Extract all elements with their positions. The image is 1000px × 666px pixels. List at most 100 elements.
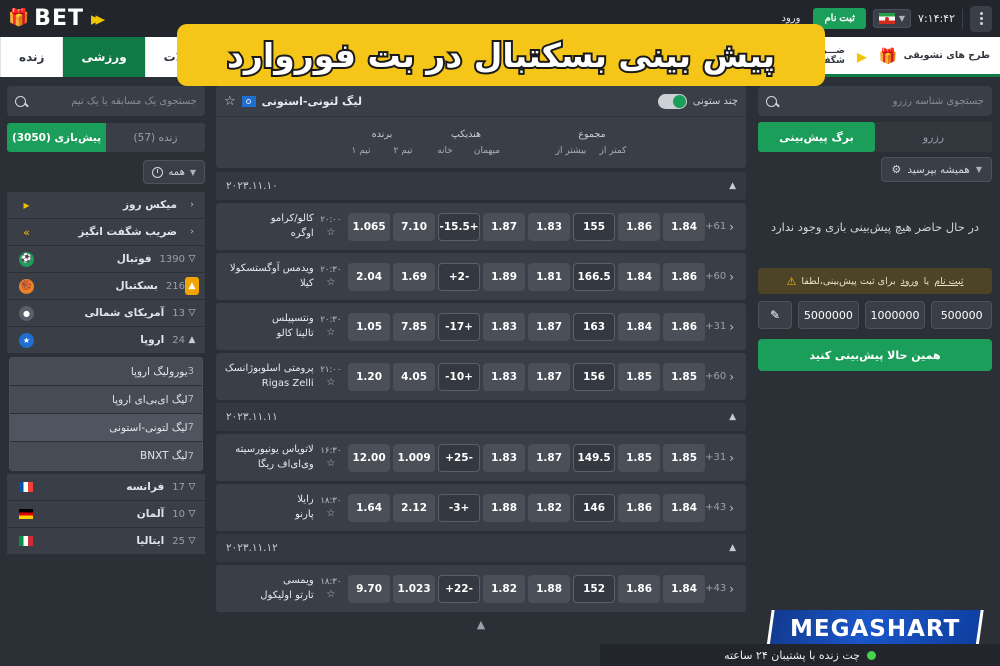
odd-handicap-home[interactable]: 1.87 (483, 212, 526, 241)
reservation-search-input[interactable] (777, 95, 984, 107)
sidebar-item-europe[interactable]: ★ اروپا 24 ▲ (7, 327, 205, 354)
odd-team1[interactable]: 12.00 (348, 443, 391, 472)
odd-total-over[interactable]: 1.86 (618, 493, 661, 522)
odd-team2[interactable]: 1.69 (393, 262, 436, 291)
more-markets-button[interactable]: 43+ ‹ (705, 582, 734, 596)
odd-handicap-home[interactable]: 1.83 (483, 362, 526, 391)
handicap-line[interactable]: +17- (438, 312, 481, 341)
odd-total-over[interactable]: 1.84 (618, 262, 661, 291)
odd-team1[interactable]: 2.04 (348, 262, 391, 291)
date-section-header[interactable]: ۲۰۲۳.۱۱.۱۰ ▲ (216, 172, 746, 200)
more-menu-button[interactable] (970, 5, 992, 32)
odd-handicap-away[interactable]: 1.87 (528, 362, 571, 391)
odd-total-under[interactable]: 1.85 (663, 362, 706, 391)
promo-bonus[interactable]: طرح های تشویقی 🎁 (868, 37, 1000, 77)
odd-team2[interactable]: 4.05 (393, 362, 436, 391)
odd-handicap-home[interactable]: 1.82 (483, 574, 526, 603)
sidebar-item-football[interactable]: ⚽ فوتبال 1390 ▽ (7, 246, 205, 273)
odd-handicap-home[interactable]: 1.88 (483, 493, 526, 522)
favorite-star-icon[interactable]: ☆ (224, 94, 236, 109)
odd-total-under[interactable]: 1.84 (663, 212, 706, 241)
total-line[interactable]: 152 (573, 574, 616, 603)
total-line[interactable]: 146 (573, 493, 616, 522)
sidebar-item-mixday[interactable]: ▸ میکس روز ‹ (7, 192, 205, 219)
odd-team2[interactable]: 1.023 (393, 574, 436, 603)
odd-total-over[interactable]: 1.86 (618, 574, 661, 603)
handicap-line[interactable]: +10- (438, 362, 481, 391)
scroll-to-top-button[interactable]: ▲ (216, 615, 746, 631)
odd-handicap-away[interactable]: 1.82 (528, 493, 571, 522)
odd-total-over[interactable]: 1.85 (618, 443, 661, 472)
odd-handicap-home[interactable]: 1.83 (483, 443, 526, 472)
more-markets-button[interactable]: 60+ ‹ (705, 270, 734, 284)
more-markets-button[interactable]: 61+ ‹ (705, 220, 734, 234)
odd-team2[interactable]: 1.009 (393, 443, 436, 472)
handicap-line[interactable]: -2+ (438, 262, 481, 291)
odd-handicap-away[interactable]: 1.87 (528, 312, 571, 341)
sidebar-item-italy[interactable]: ایتالیا 25 ▽ (7, 528, 205, 555)
odd-total-under[interactable]: 1.84 (663, 574, 706, 603)
more-markets-button[interactable]: 43+ ‹ (705, 501, 734, 515)
total-line[interactable]: 163 (573, 312, 616, 341)
table-row[interactable]: ونتسپیلس تالینا کالو ۲۰:۳۰ ☆ 1.05 7.85 +… (216, 303, 746, 350)
odd-team2[interactable]: 7.10 (393, 212, 436, 241)
date-section-header[interactable]: ۲۰۲۳.۱۱.۱۲ ▲ (216, 534, 746, 562)
amount-button-1000000[interactable]: 1000000 (864, 301, 926, 329)
sidebar-item-oddsboost[interactable]: » ضریب شگفت انگیز ‹ (7, 219, 205, 246)
odd-team1[interactable]: 1.065 (348, 212, 391, 241)
table-row[interactable]: کالو/کرامو اوگره ۲۰:۰۰ ☆ 1.065 7.10 +15.… (216, 203, 746, 250)
place-bet-button[interactable]: همین حالا پیش‌بینی کنید (758, 339, 992, 371)
odd-team2[interactable]: 2.12 (393, 493, 436, 522)
league-item-euroleague[interactable]: یورولیگ اروپا 3 (10, 358, 202, 386)
tab-prematch[interactable]: پیش‌بازی (3050) (7, 123, 106, 152)
table-row[interactable]: رایلا پارنو ۱۸:۳۰ ☆ 1.64 2.12 +3- 1.88 1… (216, 484, 746, 531)
odd-team1[interactable]: 9.70 (348, 574, 391, 603)
tab-sports[interactable]: ورزشی (62, 37, 145, 77)
odd-team1[interactable]: 1.20 (348, 362, 391, 391)
table-row[interactable]: لاتویاس یونیورسیته وی‌ای‌اف ریگا ۱۶:۳۰ ☆… (216, 434, 746, 481)
league-item-latvia-estonia[interactable]: لیگ لتونی-استونی 7 (10, 414, 202, 442)
odd-total-under[interactable]: 1.84 (663, 493, 706, 522)
favorite-star-icon[interactable]: ☆ (326, 508, 335, 519)
favorite-star-icon[interactable]: ☆ (326, 227, 335, 238)
odd-team2[interactable]: 7.85 (393, 312, 436, 341)
odd-handicap-away[interactable]: 1.88 (528, 574, 571, 603)
live-chat-bar[interactable]: چت زنده با پشتیبان ۲۴ ساعته (600, 644, 1000, 666)
tab-live[interactable]: زنده (57) (106, 123, 205, 152)
total-line[interactable]: 166.5 (573, 262, 616, 291)
date-section-header[interactable]: ۲۰۲۳.۱۱.۱۱ ▲ (216, 403, 746, 431)
warning-login-link[interactable]: ورود (901, 276, 919, 287)
favorite-star-icon[interactable]: ☆ (326, 277, 335, 288)
favorite-star-icon[interactable]: ☆ (326, 377, 335, 388)
favorite-star-icon[interactable]: ☆ (326, 589, 335, 600)
tab-betslip[interactable]: برگ پیش‌بینی (758, 122, 875, 152)
odd-handicap-away[interactable]: 1.83 (528, 212, 571, 241)
odd-handicap-home[interactable]: 1.89 (483, 262, 526, 291)
sidebar-item-basketball[interactable]: 🏀 بسکتبال 216 ▲ (7, 273, 205, 300)
odds-change-dropdown[interactable]: ⚙ همیشه بپرسید ▼ (881, 157, 992, 182)
handicap-line[interactable]: -25+ (438, 443, 481, 472)
sidebar-item-germany[interactable]: آلمان 10 ▽ (7, 501, 205, 528)
handicap-line[interactable]: +15.5- (438, 212, 481, 241)
odd-total-over[interactable]: 1.85 (618, 362, 661, 391)
favorite-star-icon[interactable]: ☆ (326, 327, 335, 338)
odd-total-under[interactable]: 1.86 (663, 262, 706, 291)
more-markets-button[interactable]: 31+ ‹ (705, 320, 734, 334)
odd-total-under[interactable]: 1.86 (663, 312, 706, 341)
odd-total-over[interactable]: 1.86 (618, 212, 661, 241)
odd-handicap-away[interactable]: 1.87 (528, 443, 571, 472)
odd-total-over[interactable]: 1.84 (618, 312, 661, 341)
odd-handicap-home[interactable]: 1.83 (483, 312, 526, 341)
sidebar-item-north-america[interactable]: ● آمریکای شمالی 13 ▽ (7, 300, 205, 327)
table-row[interactable]: پرومتی اسلوبوژانسک Rigas Zelli ۲۱:۰۰ ☆ 1… (216, 353, 746, 400)
odd-team1[interactable]: 1.05 (348, 312, 391, 341)
amount-button-500000[interactable]: 500000 (931, 301, 993, 329)
total-line[interactable]: 155 (573, 212, 616, 241)
edit-amount-button[interactable]: ✎ (758, 301, 792, 329)
odd-handicap-away[interactable]: 1.81 (528, 262, 571, 291)
league-item-bnxt[interactable]: لیگ BNXT 7 (10, 442, 202, 470)
brand-logo[interactable]: 🎁 BET ▸▸ (8, 6, 105, 31)
betslip-search[interactable] (758, 86, 992, 116)
handicap-line[interactable]: +3- (438, 493, 481, 522)
more-markets-button[interactable]: 60+ ‹ (705, 370, 734, 384)
